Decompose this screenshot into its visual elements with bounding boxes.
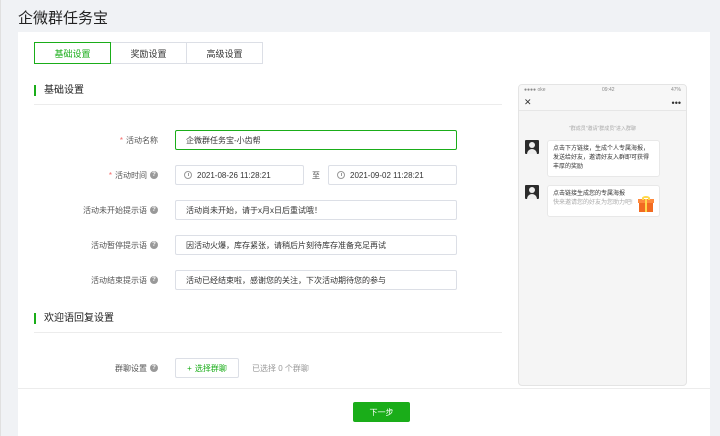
link-card-bubble: 点击链接生成您的专属海报 快来邀请您的好友为您助力吧!: [547, 185, 660, 217]
clock-icon: [184, 171, 192, 179]
paused-tip-label: 活动暂停提示语 ?: [18, 235, 158, 255]
system-message: "群成员"邀请"群成员"进入群聊: [568, 126, 637, 132]
phone-time: 09:42: [602, 87, 615, 93]
ended-tip-label: 活动结束提示语 ?: [18, 270, 158, 290]
required-mark: *: [108, 170, 112, 180]
section-title-basic: 基础设置: [34, 85, 84, 96]
divider: [34, 104, 502, 105]
page-left-edge: [0, 0, 1, 436]
phone-preview: ●●●● oke 09:42 47% ✕ ••• "群成员"邀请"群成员"进入群…: [518, 84, 687, 386]
gift-icon: [638, 196, 654, 212]
message-line: 点击下方链接，生成个人专属海报，: [553, 146, 650, 152]
message-line: 发送给好友，邀请好友入群即可获得丰厚的奖励: [553, 155, 650, 170]
select-group-chat-button[interactable]: + 选择群聊: [175, 358, 239, 378]
section-title-welcome: 欢迎语回复设置: [34, 313, 114, 324]
ended-tip-input[interactable]: 活动已经结束啦，感谢您的关注，下次活动期待您的参与: [175, 270, 457, 290]
phone-nav-bar: ✕ •••: [519, 95, 686, 111]
help-icon[interactable]: ?: [150, 364, 158, 372]
ended-tip-label-text: 活动结束提示语: [91, 275, 147, 285]
battery-text: 47%: [670, 87, 681, 93]
close-icon: ✕: [524, 97, 532, 107]
clock-icon: [337, 171, 345, 179]
tab-basic-settings[interactable]: 基础设置: [34, 42, 111, 64]
date-range-separator: 至: [312, 170, 320, 180]
activity-name-label-text: 活动名称: [126, 135, 158, 145]
paused-tip-input[interactable]: 因活动火爆，库存紧张，请稍后片刻待库存准备充足再试: [175, 235, 457, 255]
start-date-picker[interactable]: 2021-08-26 11:28:21: [175, 165, 304, 185]
help-icon[interactable]: ?: [150, 241, 158, 249]
help-icon[interactable]: ?: [150, 206, 158, 214]
end-date-value: 2021-09-02 11:28:21: [350, 170, 424, 180]
selected-group-count: 已选择 0 个群聊: [252, 363, 309, 373]
end-date-picker[interactable]: 2021-09-02 11:28:21: [328, 165, 457, 185]
start-date-value: 2021-08-26 11:28:21: [197, 170, 271, 180]
carrier-text: ●●●● oke: [524, 87, 546, 93]
avatar: [525, 185, 539, 199]
chat-message: 点击下方链接，生成个人专属海报， 发送给好友，邀请好友入群即可获得丰厚的奖励: [519, 140, 686, 177]
not-started-tip-label: 活动未开始提示语 ?: [18, 200, 158, 220]
chat-message: 点击链接生成您的专属海报 快来邀请您的好友为您助力吧!: [519, 185, 686, 217]
paused-tip-label-text: 活动暂停提示语: [91, 240, 147, 250]
link-card-title: 点击链接生成您的专属海报: [553, 191, 626, 197]
activity-time-label-text: 活动时间: [115, 170, 147, 180]
app-title: 企微群任务宝: [18, 10, 109, 27]
not-started-tip-input[interactable]: 活动尚未开始，请于x月x日后重试哦！: [175, 200, 457, 220]
activity-time-label: * 活动时间 ?: [18, 165, 158, 185]
plus-icon: +: [187, 363, 192, 373]
avatar: [525, 140, 539, 154]
help-icon[interactable]: ?: [150, 276, 158, 284]
next-step-button[interactable]: 下一步: [353, 402, 410, 422]
settings-tabs: 基础设置 奖励设置 高级设置: [34, 42, 263, 64]
more-icon: •••: [671, 97, 681, 108]
tab-reward-settings[interactable]: 奖励设置: [110, 42, 187, 64]
phone-status-bar: ●●●● oke 09:42 47%: [519, 85, 686, 95]
activity-name-input[interactable]: 企微群任务宝-小齿帮: [175, 130, 457, 150]
main-card: 基础设置 奖励设置 高级设置 基础设置 * 活动名称 企微群任务宝-小齿帮 * …: [18, 32, 710, 436]
link-card-subtitle: 快来邀请您的好友为您助力吧!: [553, 200, 633, 206]
help-icon[interactable]: ?: [150, 171, 158, 179]
not-started-tip-label-text: 活动未开始提示语: [83, 205, 147, 215]
activity-name-label: * 活动名称: [18, 130, 158, 150]
divider: [34, 332, 502, 333]
select-group-chat-label: 选择群聊: [194, 363, 227, 373]
message-bubble: 点击下方链接，生成个人专属海报， 发送给好友，邀请好友入群即可获得丰厚的奖励: [547, 140, 660, 177]
required-mark: *: [119, 135, 123, 145]
group-chat-label-text: 群聊设置: [115, 363, 147, 373]
group-chat-label: 群聊设置 ?: [18, 358, 158, 378]
tab-advanced-settings[interactable]: 高级设置: [186, 42, 263, 64]
